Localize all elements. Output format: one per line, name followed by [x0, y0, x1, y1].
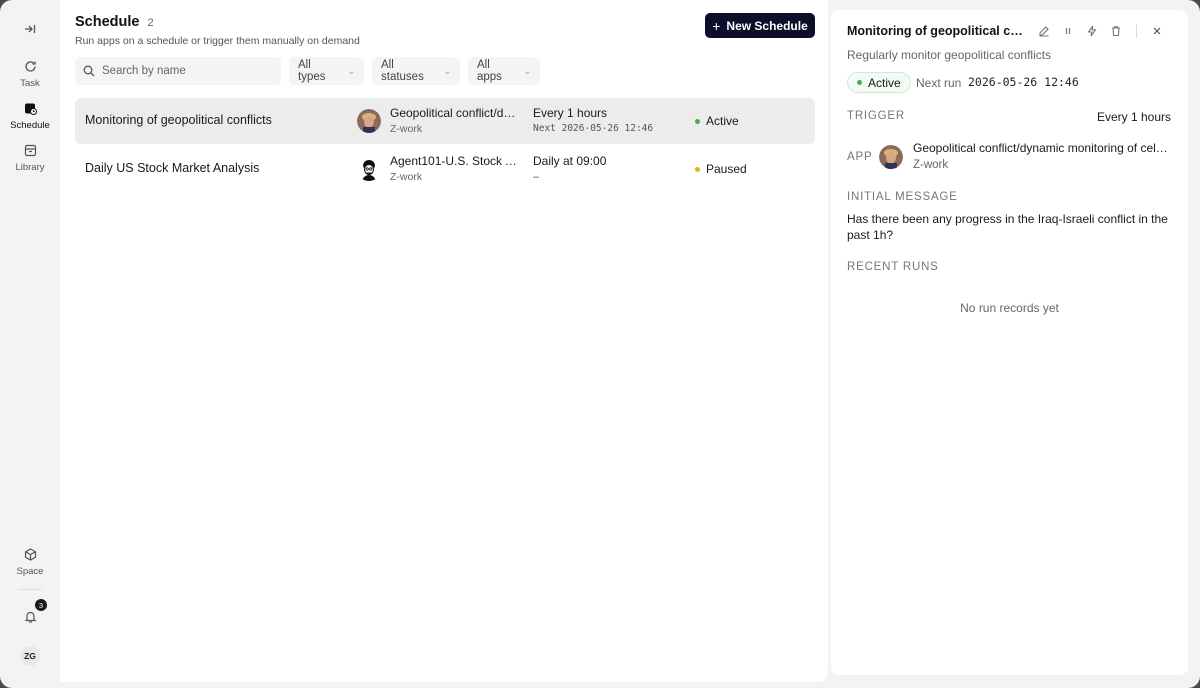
- next-run-value: 2026-05-26 12:46: [968, 75, 1079, 89]
- status-label: Active: [706, 114, 739, 128]
- sidebar-bottom: Space 3 ZG: [0, 546, 60, 666]
- status-badge: Active: [847, 72, 911, 93]
- library-icon: [22, 142, 38, 158]
- apps-filter-label: All apps: [477, 59, 502, 83]
- schedule-icon: [22, 100, 38, 116]
- search-box[interactable]: [75, 57, 281, 85]
- plus-icon: +: [712, 17, 721, 34]
- statuses-filter-dropdown[interactable]: All statuses ⌄: [372, 57, 460, 85]
- app-heading: APP: [847, 151, 873, 163]
- chevron-down-icon: ⌄: [523, 65, 531, 76]
- trigger-heading: TRIGGER: [847, 110, 905, 122]
- trigger-text: Daily at 09:00: [533, 154, 607, 168]
- schedule-name: Daily US Stock Market Analysis: [85, 161, 260, 175]
- types-filter-label: All types: [298, 59, 326, 83]
- notifications-button[interactable]: 3: [20, 599, 47, 626]
- status-badge: Paused: [695, 162, 747, 176]
- new-schedule-label: New Schedule: [726, 18, 808, 33]
- detail-title: Monitoring of geopolitical conflicts: [847, 24, 1025, 38]
- app-workspace: Z-work: [390, 123, 423, 135]
- app-name: Geopolitical conflict/dynamic monitoring…: [913, 141, 1171, 155]
- app-name: Agent101-U.S. Stock Analysis: [390, 154, 520, 168]
- close-icon: [1153, 27, 1161, 35]
- user-avatar[interactable]: ZG: [20, 646, 40, 666]
- notification-count-badge: 3: [35, 599, 47, 611]
- new-schedule-button[interactable]: + New Schedule: [705, 13, 815, 38]
- delete-button[interactable]: [1108, 23, 1124, 39]
- initial-message: Has there been any progress in the Iraq-…: [847, 212, 1168, 242]
- table-row[interactable]: Monitoring of geopolitical conflicts Geo…: [75, 98, 815, 144]
- app-avatar: [357, 157, 381, 181]
- divider: [1136, 24, 1137, 38]
- app-window: Task Schedule Library Space 3 ZG Schedul…: [0, 0, 1200, 688]
- sidebar-item-space[interactable]: Space: [2, 546, 58, 577]
- filter-bar: All types ⌄ All statuses ⌄ All apps ⌄: [75, 57, 540, 85]
- task-icon: [22, 58, 38, 74]
- pause-icon: [1065, 28, 1071, 34]
- collapse-icon: [25, 25, 36, 33]
- chevron-down-icon: ⌄: [443, 65, 451, 76]
- sidebar-item-label: Task: [20, 78, 40, 89]
- trigger-text: Every 1 hours: [533, 106, 608, 120]
- next-run-text: –: [533, 171, 540, 183]
- search-icon: [83, 65, 95, 77]
- status-dot: [695, 118, 700, 124]
- table-row[interactable]: Daily US Stock Market Analysis Agent101-…: [75, 146, 815, 192]
- app-workspace: Z-work: [390, 171, 423, 183]
- status-label: Active: [868, 75, 901, 90]
- schedule-detail-panel: Monitoring of geopolitical conflicts Reg…: [831, 10, 1188, 675]
- edit-icon: [1039, 26, 1049, 37]
- chevron-down-icon: ⌄: [347, 65, 355, 76]
- next-run-text: Next 2026-05-26 12:46: [533, 123, 654, 134]
- run-now-button[interactable]: [1084, 23, 1100, 39]
- types-filter-dropdown[interactable]: All types ⌄: [289, 57, 364, 85]
- divider: [18, 589, 42, 590]
- close-button[interactable]: [1149, 23, 1165, 39]
- page-title: Schedule: [75, 14, 140, 30]
- bell-icon: [24, 611, 36, 623]
- space-icon: [22, 546, 38, 562]
- sidebar-item-label: Library: [15, 162, 45, 173]
- statuses-filter-label: All statuses: [381, 59, 424, 83]
- page-header: Schedule 2: [75, 14, 154, 30]
- recent-runs-heading: RECENT RUNS: [847, 261, 939, 273]
- sidebar-item-schedule[interactable]: Schedule: [2, 100, 58, 131]
- sidebar-item-task[interactable]: Task: [2, 58, 58, 89]
- app-avatar: [879, 145, 903, 169]
- status-label: Paused: [706, 162, 747, 176]
- empty-runs-message: No run records yet: [960, 301, 1059, 315]
- collapse-sidebar-button[interactable]: [19, 18, 41, 40]
- schedule-list-panel: Schedule 2 Run apps on a schedule or tri…: [60, 0, 828, 682]
- detail-description: Regularly monitor geopolitical conflicts: [847, 48, 1052, 62]
- apps-filter-dropdown[interactable]: All apps ⌄: [468, 57, 540, 85]
- initial-message-heading: INITIAL MESSAGE: [847, 191, 958, 203]
- app-avatar: [357, 109, 381, 133]
- app-workspace: Z-work: [913, 159, 949, 171]
- sidebar-item-label: Schedule: [10, 120, 50, 131]
- trash-icon: [1112, 26, 1120, 37]
- pause-button[interactable]: [1060, 23, 1076, 39]
- status-badge: Active: [695, 114, 739, 128]
- sidebar: Task Schedule Library Space 3 ZG: [0, 0, 60, 688]
- bolt-icon: [1087, 25, 1097, 37]
- page-subtitle: Run apps on a schedule or trigger them m…: [75, 35, 360, 47]
- edit-button[interactable]: [1036, 23, 1052, 39]
- status-dot: [695, 166, 700, 172]
- search-input[interactable]: [102, 65, 272, 77]
- schedule-count: 2: [147, 17, 154, 29]
- app-name: Geopolitical conflict/dynamic monitoring…: [390, 106, 520, 120]
- trigger-value: Every 1 hours: [1096, 110, 1171, 124]
- sidebar-item-library[interactable]: Library: [2, 142, 58, 173]
- status-dot: [857, 80, 862, 85]
- schedule-name: Monitoring of geopolitical conflicts: [85, 113, 272, 127]
- sidebar-item-label: Space: [16, 566, 44, 577]
- next-run-label: Next run: [916, 76, 962, 90]
- detail-actions: [1036, 23, 1165, 39]
